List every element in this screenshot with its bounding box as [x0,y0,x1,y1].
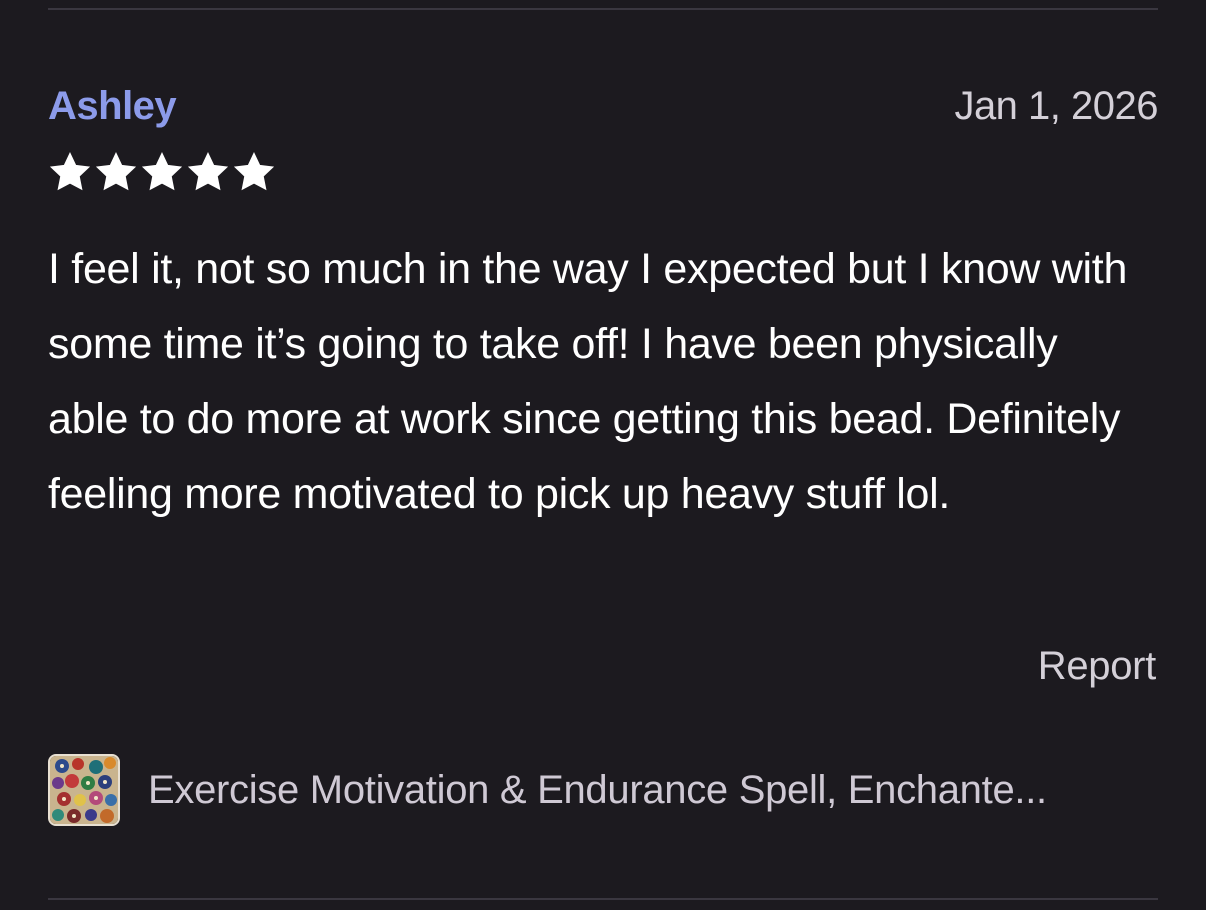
product-title: Exercise Motivation & Endurance Spell, E… [148,767,1047,812]
reviewer-name[interactable]: Ashley [48,84,177,129]
review-date: Jan 1, 2026 [954,84,1158,128]
product-thumbnail [48,754,120,826]
beads-photo-icon [50,756,118,824]
star-icon [95,152,137,191]
report-button[interactable]: Report [1038,644,1157,689]
star-rating [48,150,276,194]
top-divider [48,8,1158,10]
star-icon [141,152,183,191]
star-icon [233,152,275,191]
star-icon [49,152,91,191]
review-text: I feel it, not so much in the way I expe… [48,245,1128,518]
bottom-divider [48,898,1158,900]
star-icon [187,152,229,191]
review-header: Ashley Jan 1, 2026 [48,84,1158,140]
reviewed-product-link[interactable]: Exercise Motivation & Endurance Spell, E… [48,752,1158,828]
